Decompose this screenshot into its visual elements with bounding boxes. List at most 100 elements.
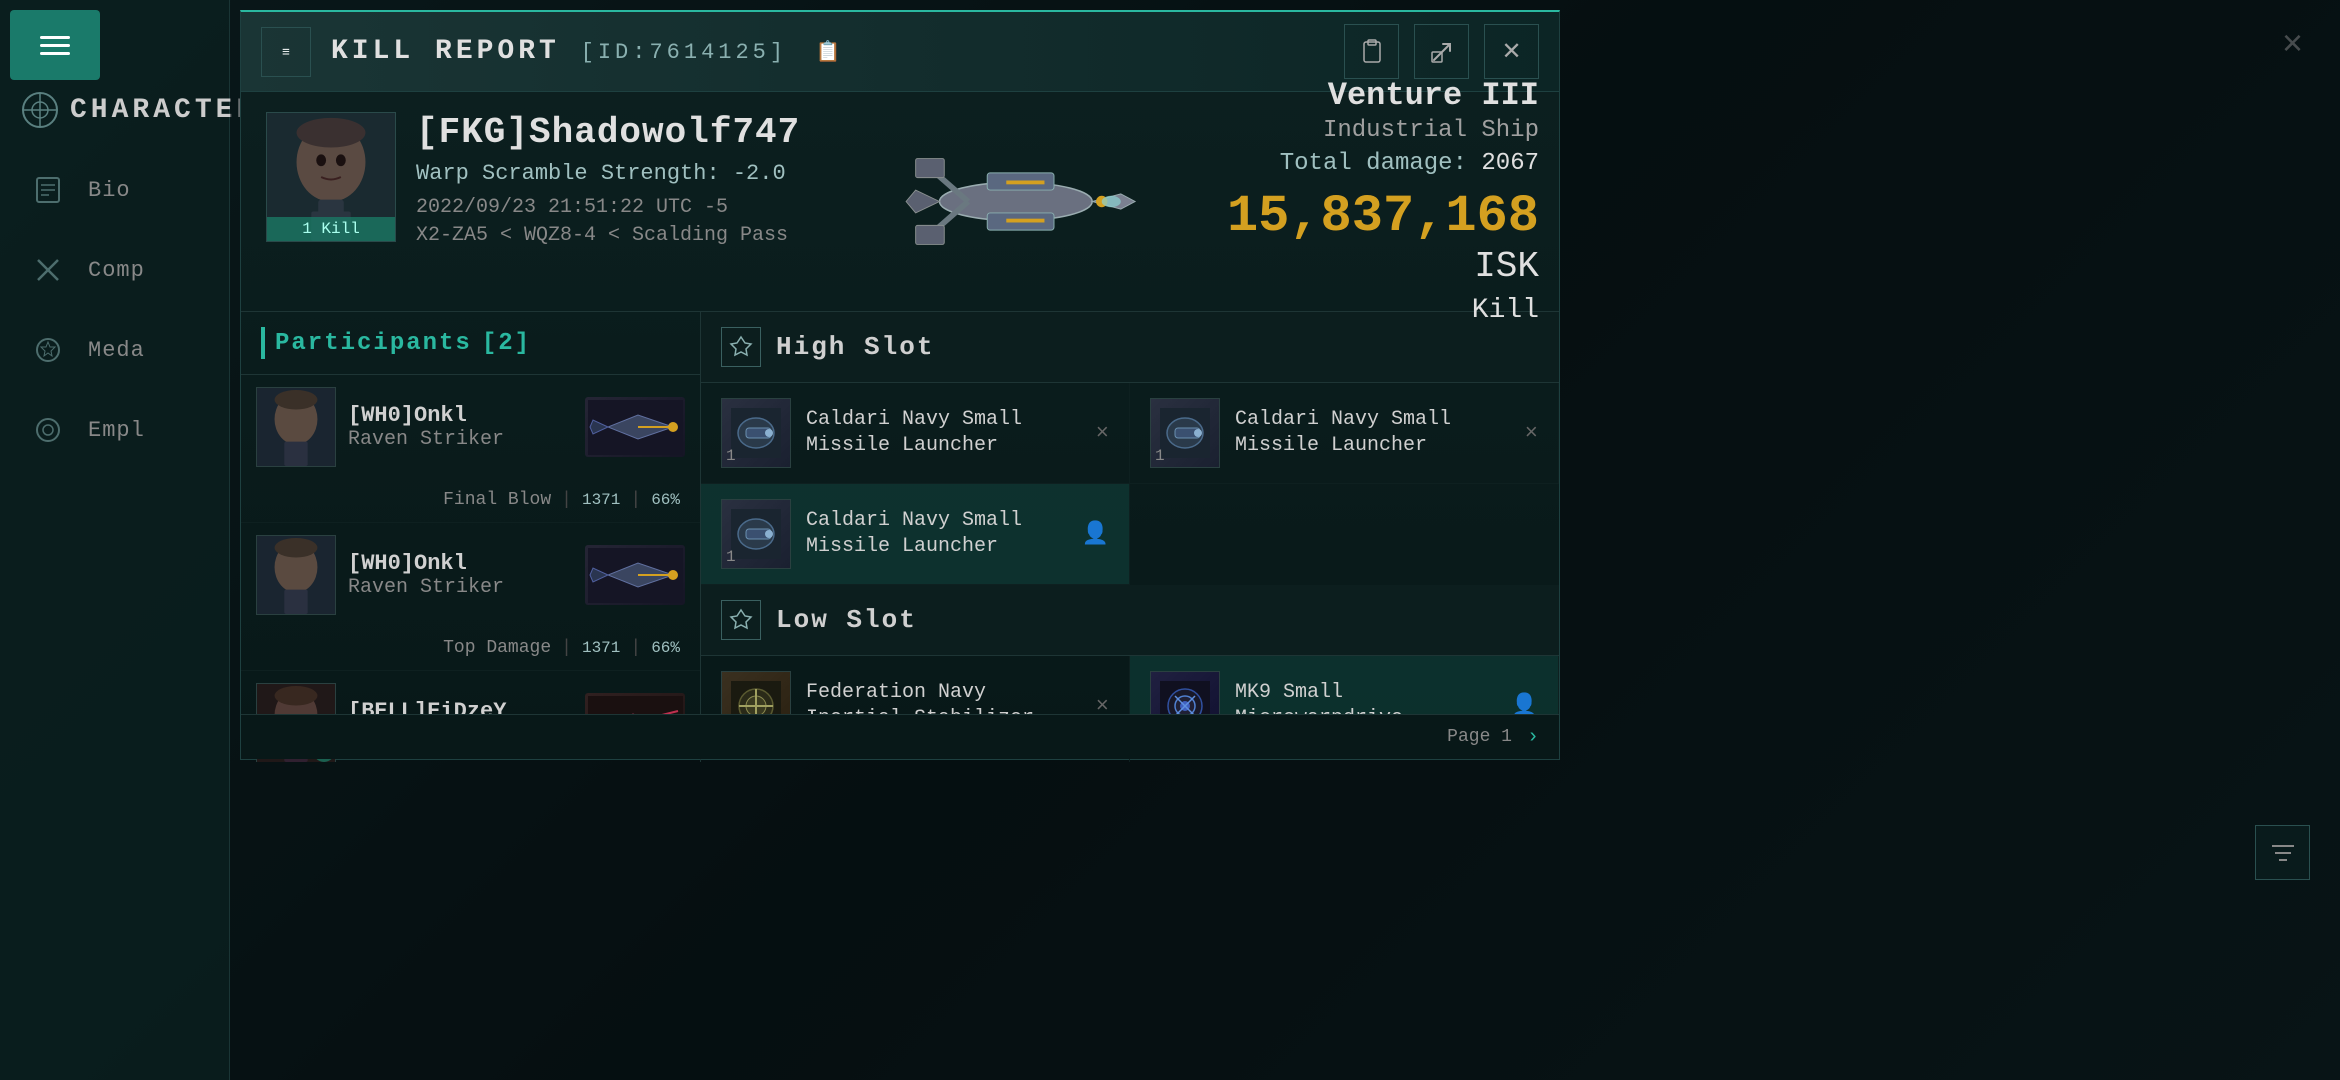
damage-line: Total damage: 2067 bbox=[1280, 150, 1539, 177]
launcher-icon-3: 1 bbox=[721, 499, 791, 569]
participants-indicator bbox=[261, 327, 265, 359]
participant-2-ship: Raven Striker bbox=[348, 576, 573, 599]
combat-icon bbox=[28, 250, 68, 290]
participant-1-avatar bbox=[256, 387, 336, 467]
panel-footer: Page 1 › bbox=[241, 714, 1559, 759]
panel-close-button[interactable]: ✕ bbox=[1484, 24, 1539, 79]
participant-item[interactable]: [WH0]Onkl Raven Striker bbox=[241, 375, 700, 523]
item-name-2: Caldari Navy Small Missile Launcher bbox=[1235, 407, 1510, 459]
participant-item[interactable]: [WH0]Onkl Raven Striker bbox=[241, 523, 700, 671]
item-remove-2[interactable]: × bbox=[1525, 421, 1538, 446]
kill-count: 1 Kill bbox=[302, 220, 360, 238]
ship-display bbox=[825, 92, 1207, 311]
kill-badge: 1 Kill bbox=[267, 217, 395, 241]
isk-unit: ISK bbox=[1474, 246, 1539, 287]
participant-2-damage: 1371 bbox=[582, 639, 620, 657]
main-area: ≡ KILL REPORT [ID:7614125] 📋 bbox=[230, 0, 2340, 1080]
sidebar-menu-button[interactable] bbox=[10, 10, 100, 80]
character-warp: Warp Scramble Strength: -2.0 bbox=[416, 161, 800, 186]
medals-icon bbox=[28, 330, 68, 370]
hamburger-icon bbox=[40, 36, 70, 55]
top-damage-label: Top Damage bbox=[443, 638, 551, 658]
character-name: [FKG]Shadowolf747 bbox=[416, 112, 800, 153]
high-slot-icon bbox=[721, 327, 761, 367]
item-remove-1[interactable]: × bbox=[1096, 421, 1109, 446]
panel-menu-button[interactable]: ≡ bbox=[261, 27, 311, 77]
participant-2-name: [WH0]Onkl bbox=[348, 551, 573, 576]
sidebar-item-combat[interactable]: Comp bbox=[0, 230, 229, 310]
panel-close-icon: ✕ bbox=[1501, 37, 1521, 66]
participants-title: Participants bbox=[275, 330, 472, 357]
kill-type: Kill bbox=[1472, 295, 1539, 326]
page-info: Page 1 bbox=[1447, 727, 1512, 747]
slots-panel: High Slot 1 bbox=[701, 312, 1559, 762]
sidebar-item-employ[interactable]: Empl bbox=[0, 390, 229, 470]
participants-count: [2] bbox=[482, 330, 531, 357]
panel-clipboard-button[interactable] bbox=[1344, 24, 1399, 79]
filter-button[interactable] bbox=[2255, 825, 2310, 880]
sidebar-combat-label: Comp bbox=[88, 258, 145, 283]
bio-icon bbox=[28, 170, 68, 210]
participant-2-avatar bbox=[256, 535, 336, 615]
employ-icon bbox=[28, 410, 68, 450]
warp-value: -2.0 bbox=[733, 161, 786, 186]
participant-1-percent: 66% bbox=[651, 491, 680, 509]
ship-name: Venture III bbox=[1328, 77, 1539, 114]
kill-info: Venture III Industrial Ship Total damage… bbox=[1207, 92, 1559, 311]
participant-1-ship: Raven Striker bbox=[348, 428, 573, 451]
item-count-3: 1 bbox=[726, 548, 736, 566]
ship-type: Industrial Ship bbox=[1323, 117, 1539, 144]
low-slot-title: Low Slot bbox=[776, 605, 917, 635]
low-slot-header: Low Slot bbox=[701, 585, 1559, 656]
high-slot-title: High Slot bbox=[776, 332, 934, 362]
launcher-icon-2: 1 bbox=[1150, 398, 1220, 468]
high-slot-item-2[interactable]: 1 Caldari Navy Small Missile Launcher × bbox=[1130, 383, 1559, 484]
participant-1-ship-image bbox=[585, 397, 685, 457]
damage-value: 2067 bbox=[1481, 150, 1539, 177]
sidebar-navigation: Bio Comp Meda bbox=[0, 150, 229, 470]
character-details: [FKG]Shadowolf747 Warp Scramble Strength… bbox=[416, 112, 800, 247]
panel-title-area: KILL REPORT [ID:7614125] 📋 bbox=[331, 36, 1324, 67]
sidebar-item-medals[interactable]: Meda bbox=[0, 310, 229, 390]
panel-copy-icon: 📋 bbox=[816, 42, 845, 65]
item-name-3: Caldari Navy Small Missile Launcher bbox=[806, 508, 1067, 560]
character-avatar: 1 Kill bbox=[266, 112, 396, 242]
panel-share-button[interactable] bbox=[1414, 24, 1469, 79]
participants-panel: Participants [2] bbox=[241, 312, 701, 762]
low-slot-icon bbox=[721, 600, 761, 640]
item-count-2: 1 bbox=[1155, 447, 1165, 465]
participant-1-name: [WH0]Onkl bbox=[348, 403, 573, 428]
high-slot-item-3[interactable]: 1 Caldari Navy Small Missile Launcher 👤 bbox=[701, 484, 1130, 585]
participant-2-percent: 66% bbox=[651, 639, 680, 657]
ship-name-line: Venture III Industrial Ship bbox=[1227, 77, 1539, 145]
high-slot-header: High Slot bbox=[701, 312, 1559, 383]
content-area: Participants [2] bbox=[241, 312, 1559, 762]
participant-1-info: [WH0]Onkl Raven Striker bbox=[348, 403, 573, 451]
item-person-icon-3: 👤 bbox=[1082, 521, 1109, 547]
participants-list[interactable]: [WH0]Onkl Raven Striker bbox=[241, 375, 700, 762]
character-location: X2-ZA5 < WQZ8-4 < Scalding Pass bbox=[416, 224, 800, 247]
item-count-1: 1 bbox=[726, 447, 736, 465]
sidebar-item-bio[interactable]: Bio bbox=[0, 150, 229, 230]
character-section: 1 Kill [FKG]Shadowolf747 Warp Scramble S… bbox=[241, 92, 1559, 312]
panel-menu-icon: ≡ bbox=[282, 44, 290, 59]
sidebar: CHARACTER Bio Comp bbox=[0, 0, 230, 1080]
page-nav-right[interactable]: › bbox=[1527, 726, 1539, 749]
panel-title-text: KILL REPORT bbox=[331, 36, 560, 67]
high-slot-items: 1 Caldari Navy Small Missile Launcher × bbox=[701, 383, 1559, 585]
warp-label: Warp Scramble Strength: bbox=[416, 161, 720, 186]
high-slot-item-1[interactable]: 1 Caldari Navy Small Missile Launcher × bbox=[701, 383, 1130, 484]
participant-2-info: [WH0]Onkl Raven Striker bbox=[348, 551, 573, 599]
character-info: 1 Kill [FKG]Shadowolf747 Warp Scramble S… bbox=[241, 92, 825, 311]
participant-2-ship-image bbox=[585, 545, 685, 605]
participants-header: Participants [2] bbox=[241, 312, 700, 375]
participant-1-damage: 1371 bbox=[582, 491, 620, 509]
panel-actions: ✕ bbox=[1344, 24, 1539, 79]
kill-report-panel: ≡ KILL REPORT [ID:7614125] 📋 bbox=[240, 10, 1560, 760]
sidebar-logo: CHARACTER bbox=[20, 90, 257, 130]
sidebar-bio-label: Bio bbox=[88, 178, 131, 203]
damage-label: Total damage: bbox=[1280, 150, 1467, 177]
launcher-icon-1: 1 bbox=[721, 398, 791, 468]
panel-id: [ID:7614125] bbox=[581, 40, 787, 65]
isk-value: 15,837,168 bbox=[1227, 187, 1539, 246]
